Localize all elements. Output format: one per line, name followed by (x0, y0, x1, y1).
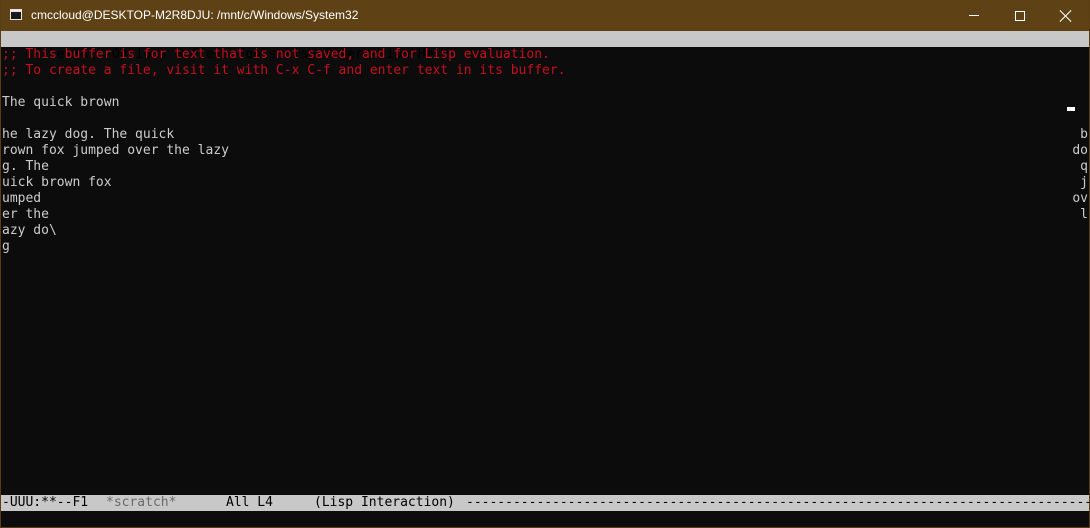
text-cursor (1067, 107, 1075, 111)
buffer-text-line: uick brown fox (2, 175, 112, 190)
wrapped-text-fragment: ov (1072, 191, 1088, 206)
maximize-icon (1015, 10, 1025, 21)
modeline-major-mode[interactable]: (Lisp Interaction) (314, 495, 455, 511)
scratch-buffer[interactable]: ;; This buffer is for text that is not s… (2, 47, 1088, 495)
buffer-text-line: umped (2, 191, 42, 206)
wrapped-text-fragment: j (1080, 175, 1088, 190)
close-button[interactable] (1043, 0, 1089, 31)
terminal-icon (10, 9, 22, 20)
title-bar[interactable]: cmccloud@DESKTOP-M2R8DJU: /mnt/c/Windows… (1, 0, 1089, 31)
buffer-comment-line: ;; This buffer is for text that is not s… (2, 47, 550, 62)
buffer-text-line: azy do\ (2, 223, 57, 238)
wrapped-text-fragment: l (1080, 207, 1088, 222)
buffer-text-line: g (2, 239, 10, 254)
modeline-position: All L4 (226, 495, 273, 510)
buffer-text-line: The quick brown (2, 95, 120, 110)
buffer-comment-line: ;; To create a file, visit it with C-x C… (2, 63, 566, 78)
wrapped-text-fragment: do (1072, 143, 1088, 158)
minimize-button[interactable] (951, 0, 997, 31)
maximize-button[interactable] (997, 0, 1043, 31)
minibuffer[interactable] (1, 511, 1089, 527)
buffer-text-line: er the (2, 207, 49, 222)
close-icon (1059, 9, 1073, 23)
buffer-text-line: he lazy dog. The quick (2, 127, 175, 142)
terminal-window: cmccloud@DESKTOP-M2R8DJU: /mnt/c/Windows… (0, 0, 1090, 528)
window-title: cmccloud@DESKTOP-M2R8DJU: /mnt/c/Windows… (31, 8, 359, 22)
buffer-text-line: g. The (2, 159, 49, 174)
buffer-text-line: rown fox jumped over the lazy (2, 143, 229, 158)
mode-line[interactable]: -UUU:**--F1 *scratch* All L4 (Lisp Inter… (1, 495, 1089, 511)
emacs-menu-bar: File Edit Options Buffers Tools Lisp-Interact… (1, 31, 1089, 62)
wrapped-text-fragment: q (1080, 159, 1088, 174)
wrapped-text-fragment: b (1080, 127, 1088, 142)
modeline-fill: ----------------------------------------… (466, 495, 1089, 510)
modeline-buffer-name[interactable]: *scratch* (106, 495, 176, 511)
modeline-status: -UUU:**--F1 (2, 495, 89, 510)
minimize-icon (969, 15, 979, 16)
